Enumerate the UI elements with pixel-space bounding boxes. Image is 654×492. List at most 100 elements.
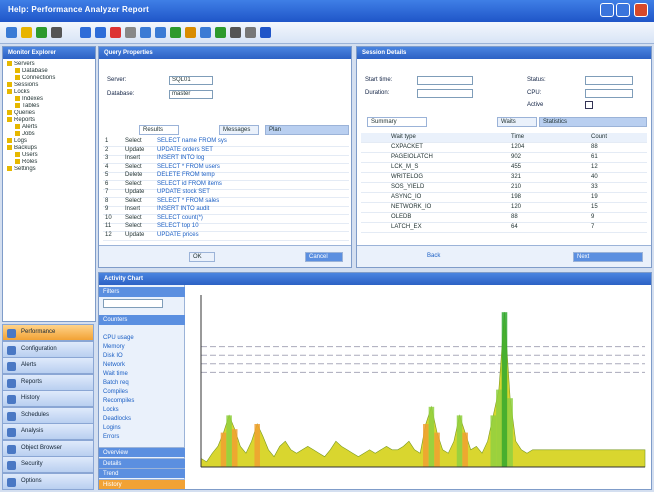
- server-field[interactable]: SQL01: [169, 76, 213, 85]
- paste-icon[interactable]: [155, 27, 166, 38]
- table-row[interactable]: PAGEIOLATCH 902 61: [361, 153, 647, 163]
- nav-button-reports[interactable]: Reports: [2, 373, 94, 391]
- tree-node[interactable]: Sessions: [7, 82, 95, 89]
- tree-node[interactable]: Locks: [7, 89, 95, 96]
- grid-icon[interactable]: [170, 27, 181, 38]
- counter-item[interactable]: Disk IO: [103, 353, 123, 360]
- table-row[interactable]: LCK_M_S 455 12: [361, 163, 647, 173]
- table-cell: 1204: [511, 144, 525, 150]
- active-checkbox[interactable]: [585, 101, 593, 109]
- nav-button-analysis[interactable]: Analysis: [2, 423, 94, 440]
- nav-button-schedules[interactable]: Schedules: [2, 406, 94, 424]
- side-tab-details[interactable]: Details: [99, 457, 185, 468]
- table-row[interactable]: OLEDB 88 9: [361, 213, 647, 223]
- nav-button-performance[interactable]: Performance: [2, 324, 94, 341]
- filter-icon[interactable]: [200, 27, 211, 38]
- table-row[interactable]: CXPACKET 1204 88: [361, 143, 647, 153]
- table-cell: 88: [511, 214, 518, 220]
- cut-icon[interactable]: [125, 27, 136, 38]
- tab-summary[interactable]: Summary: [367, 117, 427, 127]
- cancel-button[interactable]: Cancel: [305, 252, 343, 262]
- status-field[interactable]: [585, 76, 633, 85]
- next-button[interactable]: Next: [573, 252, 643, 262]
- tree-node[interactable]: Settings: [7, 166, 95, 173]
- maximize-button[interactable]: [616, 3, 630, 17]
- zoom-icon[interactable]: [230, 27, 241, 38]
- side-tab-overview[interactable]: Overview: [99, 447, 185, 457]
- help-icon[interactable]: [260, 27, 271, 38]
- tree-node[interactable]: Tables: [7, 103, 95, 110]
- counter-item[interactable]: Wait time: [103, 371, 128, 378]
- back-icon[interactable]: [80, 27, 91, 38]
- tree-node-label: Locks: [14, 89, 30, 96]
- nav-button-history[interactable]: History: [2, 390, 94, 407]
- table-row[interactable]: ASYNC_IO 198 19: [361, 193, 647, 203]
- tree-node[interactable]: Indexes: [7, 96, 95, 103]
- ok-button[interactable]: OK: [189, 252, 215, 262]
- table-row[interactable]: NETWORK_IO 120 15: [361, 203, 647, 213]
- back-link[interactable]: Back: [427, 253, 440, 259]
- minimize-button[interactable]: [600, 3, 614, 17]
- nav-button-object-browser[interactable]: Object Browser: [2, 439, 94, 457]
- table-cell: 40: [591, 174, 598, 180]
- counter-filter-input[interactable]: [103, 299, 163, 308]
- tree-node[interactable]: Database: [7, 68, 95, 75]
- settings-icon[interactable]: [245, 27, 256, 38]
- counter-item[interactable]: Network: [103, 362, 125, 369]
- counter-item[interactable]: Memory: [103, 344, 125, 351]
- counter-item[interactable]: Compiles: [103, 389, 128, 396]
- tree-node[interactable]: Jobs: [7, 131, 95, 138]
- tab-plan[interactable]: Plan: [265, 125, 349, 135]
- tree-node[interactable]: Backups: [7, 145, 95, 152]
- counter-item[interactable]: Errors: [103, 434, 119, 441]
- table-row[interactable]: LATCH_EX 64 7: [361, 223, 647, 233]
- close-button[interactable]: [634, 3, 648, 17]
- cpu-field[interactable]: [585, 89, 633, 98]
- print-icon[interactable]: [51, 27, 62, 38]
- nav-button-alerts[interactable]: Alerts: [2, 357, 94, 374]
- forward-icon[interactable]: [95, 27, 106, 38]
- tree-node[interactable]: Servers: [7, 61, 95, 68]
- counter-item[interactable]: CPU usage: [103, 335, 134, 342]
- nav-button-options[interactable]: Options: [2, 472, 94, 490]
- tree-node[interactable]: Reports: [7, 117, 95, 124]
- counter-item[interactable]: Batch req: [103, 380, 129, 387]
- tree-node[interactable]: Users: [7, 152, 95, 159]
- tree-node[interactable]: Roles: [7, 159, 95, 166]
- tab-results[interactable]: Results: [139, 125, 179, 135]
- tree-node[interactable]: Logs: [7, 138, 95, 145]
- refresh-icon[interactable]: [215, 27, 226, 38]
- activity-bar: [254, 424, 260, 467]
- tree-node-label: Settings: [14, 166, 36, 173]
- tree-node[interactable]: Queries: [7, 110, 95, 117]
- tab-messages[interactable]: Messages: [219, 125, 259, 135]
- side-tab-trend[interactable]: Trend: [99, 468, 185, 478]
- nav-label: Alerts: [21, 362, 37, 368]
- side-tab-history[interactable]: History: [99, 478, 185, 489]
- tree-node[interactable]: Alerts: [7, 124, 95, 131]
- chart-icon[interactable]: [185, 27, 196, 38]
- tree-node[interactable]: Connections: [7, 75, 95, 82]
- table-row[interactable]: Wait type Time Count: [361, 133, 647, 143]
- table-row[interactable]: SOS_YIELD 210 33: [361, 183, 647, 193]
- table-row[interactable]: 12 Update UPDATE prices: [103, 231, 349, 241]
- start-time-field[interactable]: [417, 76, 473, 85]
- delete-icon[interactable]: [110, 27, 121, 38]
- database-field[interactable]: master: [169, 90, 213, 99]
- tab-statistics[interactable]: Statistics: [539, 117, 647, 127]
- new-icon[interactable]: [6, 27, 17, 38]
- counter-item[interactable]: Logins: [103, 425, 121, 432]
- table-row[interactable]: WRITELOG 321 40: [361, 173, 647, 183]
- counter-item[interactable]: Deadlocks: [103, 416, 131, 423]
- save-icon[interactable]: [36, 27, 47, 38]
- copy-icon[interactable]: [140, 27, 151, 38]
- tab-waits[interactable]: Waits: [497, 117, 537, 127]
- nav-button-security[interactable]: Security: [2, 456, 94, 473]
- counters-section[interactable]: Counters: [99, 315, 185, 325]
- open-icon[interactable]: [21, 27, 32, 38]
- filters-section[interactable]: Filters: [99, 287, 185, 297]
- counter-item[interactable]: Locks: [103, 407, 119, 414]
- duration-field[interactable]: [417, 89, 473, 98]
- counter-item[interactable]: Recompiles: [103, 398, 134, 405]
- nav-button-configuration[interactable]: Configuration: [2, 340, 94, 358]
